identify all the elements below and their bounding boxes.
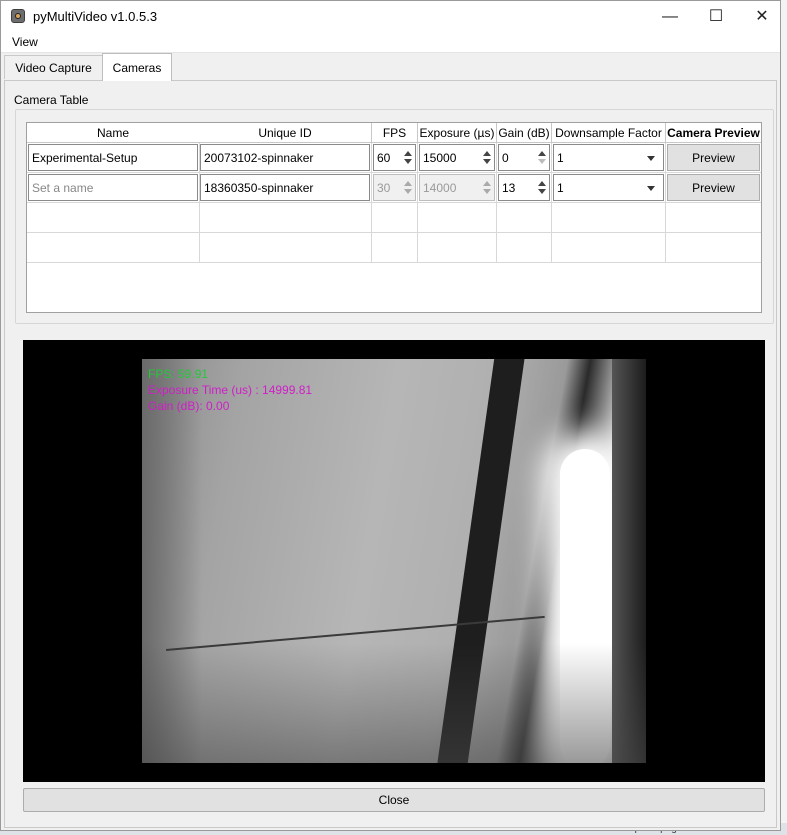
table-empty-cell[interactable] — [666, 233, 761, 263]
camera-table-group-title: Camera Table — [14, 93, 89, 107]
table-row-2-preview-cell: Preview — [666, 173, 761, 203]
exposure-value: 15000 — [423, 151, 457, 165]
column-header-unique-id[interactable]: Unique ID — [199, 123, 372, 143]
table-empty-cell[interactable] — [552, 203, 666, 233]
camera-table: Name Unique ID FPS Exposure (µs) Gain (d… — [26, 122, 762, 313]
chevron-down-icon — [647, 186, 655, 191]
spin-arrows-icon[interactable] — [535, 175, 549, 200]
tab-cameras[interactable]: Cameras — [102, 53, 172, 81]
table-row-1-gain-cell: 0 — [497, 143, 552, 173]
preview-button[interactable]: Preview — [667, 144, 760, 171]
downsample-combobox[interactable]: 1 — [553, 144, 664, 171]
table-empty-cell[interactable] — [199, 233, 372, 263]
app-window: pyMultiVideo v1.0.5.3 — ☐ ✕ View Video C… — [0, 0, 781, 831]
exposure-spinbox[interactable]: 14000 — [419, 174, 495, 201]
tab-video-capture[interactable]: Video Capture — [4, 55, 103, 79]
table-row-1-name-cell: Experimental-Setup — [27, 143, 200, 173]
fps-overlay-text: FPS: 59.91 — [148, 367, 209, 381]
table-empty-cell[interactable] — [27, 233, 200, 263]
exposure-spinbox[interactable]: 15000 — [419, 144, 495, 171]
column-header-downsample[interactable]: Downsample Factor — [552, 123, 666, 143]
menu-bar: View — [1, 32, 780, 53]
menu-view[interactable]: View — [12, 35, 38, 49]
table-row-2-id-cell: 18360350-spinnaker — [199, 173, 372, 203]
fps-value: 60 — [377, 151, 391, 165]
exposure-value: 14000 — [423, 181, 457, 195]
gain-spinbox[interactable]: 0 — [498, 144, 550, 171]
camera-preview-image: FPS: 59.91 Exposure Time (us) : 14999.81… — [142, 359, 646, 763]
minimize-button[interactable]: — — [647, 1, 693, 32]
preview-button[interactable]: Preview — [667, 174, 760, 201]
spin-arrows-icon[interactable] — [401, 175, 415, 200]
chevron-down-icon — [647, 156, 655, 161]
table-row-2-name-cell: Set a name — [27, 173, 200, 203]
spin-arrows-icon[interactable] — [480, 175, 494, 200]
table-row-2-exposure-cell: 14000 — [418, 173, 497, 203]
table-empty-cell[interactable] — [552, 233, 666, 263]
table-row-1-id-cell: 20073102-spinnaker — [199, 143, 372, 173]
fps-value: 30 — [377, 181, 391, 195]
table-empty-cell[interactable] — [372, 203, 418, 233]
table-empty-cell[interactable] — [497, 203, 552, 233]
tab-bar: Video Capture Cameras — [1, 53, 780, 81]
downsample-value: 1 — [557, 181, 564, 195]
table-row-1-downsample-cell: 1 — [552, 143, 666, 173]
column-header-fps[interactable]: FPS — [372, 123, 418, 143]
table-empty-cell[interactable] — [27, 203, 200, 233]
table-row-2-fps-cell: 30 — [372, 173, 418, 203]
downsample-value: 1 — [557, 151, 564, 165]
table-empty-cell[interactable] — [418, 233, 497, 263]
camera-app-icon — [11, 9, 25, 23]
fps-spinbox[interactable]: 60 — [373, 144, 416, 171]
column-header-gain[interactable]: Gain (dB) — [497, 123, 552, 143]
table-empty-cell[interactable] — [372, 233, 418, 263]
maximize-button[interactable]: ☐ — [693, 1, 739, 32]
table-empty-cell[interactable] — [418, 203, 497, 233]
gain-value: 13 — [502, 181, 516, 195]
table-row-2-downsample-cell: 1 — [552, 173, 666, 203]
table-empty-cell[interactable] — [497, 233, 552, 263]
exposure-overlay-text: Exposure Time (us) : 14999.81 — [148, 383, 313, 397]
table-row-1-exposure-cell: 15000 — [418, 143, 497, 173]
fps-spinbox[interactable]: 30 — [373, 174, 416, 201]
title-bar[interactable]: pyMultiVideo v1.0.5.3 — ☐ ✕ — [1, 1, 780, 32]
table-row-1-preview-cell: Preview — [666, 143, 761, 173]
spin-arrows-icon[interactable] — [480, 145, 494, 170]
table-empty-cell[interactable] — [199, 203, 372, 233]
spin-arrows-icon[interactable] — [401, 145, 415, 170]
column-header-camera-preview[interactable]: Camera Preview — [666, 123, 761, 143]
close-button[interactable]: Close — [23, 788, 765, 812]
unique-id-field[interactable]: 20073102-spinnaker — [200, 144, 370, 171]
camera-name-input[interactable]: Experimental-Setup — [28, 144, 198, 171]
window-title: pyMultiVideo v1.0.5.3 — [33, 9, 158, 24]
table-empty-cell[interactable] — [666, 203, 761, 233]
table-row-1-fps-cell: 60 — [372, 143, 418, 173]
gain-spinbox[interactable]: 13 — [498, 174, 550, 201]
downsample-combobox[interactable]: 1 — [553, 174, 664, 201]
table-row-2-gain-cell: 13 — [497, 173, 552, 203]
gain-value: 0 — [502, 151, 509, 165]
spin-arrows-icon[interactable] — [535, 145, 549, 170]
camera-name-input[interactable]: Set a name — [28, 174, 198, 201]
column-header-name[interactable]: Name — [27, 123, 200, 143]
unique-id-field[interactable]: 18360350-spinnaker — [200, 174, 370, 201]
close-window-button[interactable]: ✕ — [739, 1, 785, 32]
column-header-exposure[interactable]: Exposure (µs) — [418, 123, 497, 143]
gain-overlay-text: Gain (dB): 0.00 — [148, 399, 230, 413]
